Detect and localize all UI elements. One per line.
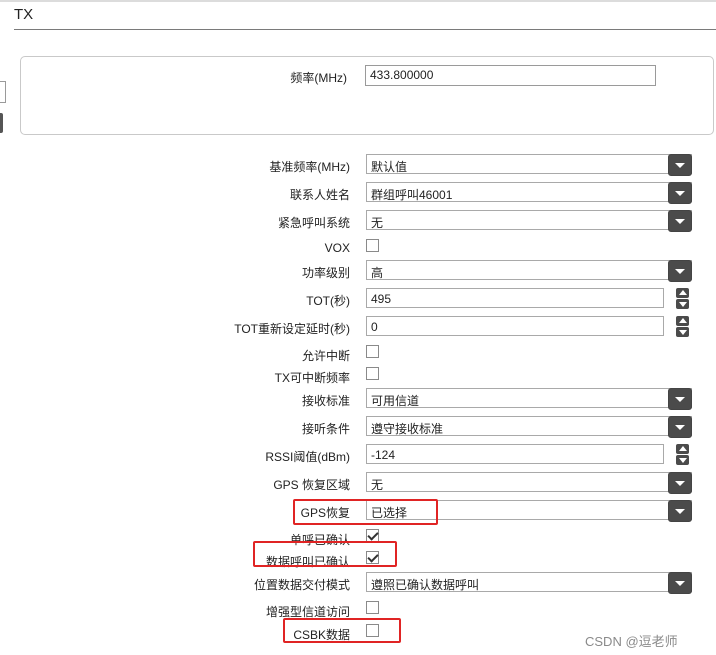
row-tx-interrupt: TX可中断频率 bbox=[0, 365, 716, 387]
rx-standard-label: 接收标准 bbox=[301, 394, 350, 408]
frequency-input[interactable]: 433.800000 bbox=[365, 65, 656, 86]
emergency-system-label: 紧急呼叫系统 bbox=[277, 216, 350, 230]
row-tot: TOT(秒) 495 bbox=[0, 288, 716, 310]
enhanced-channel-access-label: 增强型信道访问 bbox=[265, 605, 350, 619]
location-delivery-select[interactable]: 遵照已确认数据呼叫 bbox=[366, 572, 692, 594]
section-title: TX bbox=[14, 6, 34, 23]
private-call-confirmed-checkbox[interactable] bbox=[366, 529, 379, 542]
enhanced-channel-access-checkbox[interactable] bbox=[366, 601, 379, 614]
row-allow-interrupt: 允许中断 bbox=[0, 343, 716, 365]
tot-input[interactable]: 495 bbox=[366, 288, 664, 308]
row-gps-revert: GPS恢复 已选择 bbox=[0, 500, 716, 522]
location-delivery-label: 位置数据交付模式 bbox=[253, 578, 350, 592]
spin-down-icon[interactable] bbox=[676, 455, 689, 465]
csbk-data-checkbox[interactable] bbox=[366, 624, 379, 637]
power-level-value: 高 bbox=[371, 266, 384, 280]
rssi-value: -124 bbox=[371, 448, 396, 462]
tot-label: TOT(秒) bbox=[306, 294, 350, 308]
chevron-down-icon[interactable] bbox=[668, 210, 692, 232]
tot-rekey-spinner[interactable] bbox=[676, 316, 689, 337]
contact-name-select[interactable]: 群组呼叫46001 bbox=[366, 182, 692, 204]
rssi-label: RSSI阈值(dBm) bbox=[265, 450, 350, 464]
chevron-down-icon[interactable] bbox=[668, 472, 692, 494]
chevron-down-icon[interactable] bbox=[668, 572, 692, 594]
ref-frequency-select[interactable]: 默认值 bbox=[366, 154, 692, 176]
cut-off-button[interactable] bbox=[0, 113, 3, 133]
row-enhanced-channel-access: 增强型信道访问 bbox=[0, 599, 716, 621]
row-private-call-confirmed: 单呼已确认 bbox=[0, 527, 716, 549]
row-location-delivery: 位置数据交付模式 遵照已确认数据呼叫 bbox=[0, 572, 716, 594]
row-rx-standard: 接收标准 可用信道 bbox=[0, 388, 716, 410]
allow-interrupt-checkbox[interactable] bbox=[366, 345, 379, 358]
rx-standard-select[interactable]: 可用信道 bbox=[366, 388, 692, 410]
tot-rekey-input[interactable]: 0 bbox=[366, 316, 664, 336]
data-call-confirmed-checkbox[interactable] bbox=[366, 551, 379, 564]
frequency-label: 频率(MHz) bbox=[290, 71, 347, 85]
ref-frequency-value: 默认值 bbox=[371, 160, 408, 174]
rx-standard-value: 可用信道 bbox=[371, 394, 420, 408]
gps-revert-value: 已选择 bbox=[371, 506, 408, 520]
private-call-confirmed-label: 单呼已确认 bbox=[289, 533, 350, 547]
chevron-down-icon[interactable] bbox=[668, 500, 692, 522]
tot-rekey-label: TOT重新设定延时(秒) bbox=[234, 322, 350, 336]
row-ref-frequency: 基准频率(MHz) 默认值 bbox=[0, 154, 716, 176]
row-gps-revert-zone: GPS 恢复区域 无 bbox=[0, 472, 716, 494]
chevron-down-icon[interactable] bbox=[668, 182, 692, 204]
rssi-input[interactable]: -124 bbox=[366, 444, 664, 464]
gps-revert-label: GPS恢复 bbox=[300, 506, 350, 520]
top-border bbox=[0, 0, 716, 2]
gps-revert-zone-select[interactable]: 无 bbox=[366, 472, 692, 494]
listen-condition-select[interactable]: 遵守接收标准 bbox=[366, 416, 692, 438]
listen-condition-label: 接听条件 bbox=[301, 422, 350, 436]
row-tot-rekey: TOT重新设定延时(秒) 0 bbox=[0, 316, 716, 338]
chevron-down-icon[interactable] bbox=[668, 260, 692, 282]
row-vox: VOX bbox=[0, 237, 716, 259]
ref-frequency-label: 基准频率(MHz) bbox=[269, 160, 350, 174]
tot-value: 495 bbox=[371, 292, 392, 306]
chevron-down-icon[interactable] bbox=[668, 154, 692, 176]
contact-name-value: 群组呼叫46001 bbox=[371, 188, 453, 202]
emergency-system-value: 无 bbox=[371, 216, 384, 230]
gps-revert-zone-label: GPS 恢复区域 bbox=[273, 478, 350, 492]
gps-revert-select[interactable]: 已选择 bbox=[366, 500, 692, 522]
frequency-panel: 频率(MHz) 433.800000 bbox=[20, 56, 714, 135]
section-divider bbox=[14, 29, 716, 30]
row-data-call-confirmed: 数据呼叫已确认 bbox=[0, 549, 716, 571]
contact-name-label: 联系人姓名 bbox=[289, 188, 350, 202]
row-listen-condition: 接听条件 遵守接收标准 bbox=[0, 416, 716, 438]
cut-off-input[interactable] bbox=[0, 81, 6, 103]
tot-rekey-value: 0 bbox=[371, 320, 378, 334]
vox-label: VOX bbox=[324, 241, 350, 255]
emergency-system-select[interactable]: 无 bbox=[366, 210, 692, 232]
rssi-spinner[interactable] bbox=[676, 444, 689, 465]
location-delivery-value: 遵照已确认数据呼叫 bbox=[371, 578, 480, 592]
watermark: CSDN @逗老师 bbox=[585, 634, 678, 649]
vox-checkbox[interactable] bbox=[366, 239, 379, 252]
row-power-level: 功率级别 高 bbox=[0, 260, 716, 282]
listen-condition-value: 遵守接收标准 bbox=[371, 422, 444, 436]
power-level-select[interactable]: 高 bbox=[366, 260, 692, 282]
row-rssi: RSSI阈值(dBm) -124 bbox=[0, 444, 716, 466]
row-contact-name: 联系人姓名 群组呼叫46001 bbox=[0, 182, 716, 204]
data-call-confirmed-label: 数据呼叫已确认 bbox=[265, 555, 350, 569]
spin-up-icon[interactable] bbox=[676, 288, 689, 298]
chevron-down-icon[interactable] bbox=[668, 388, 692, 410]
tx-interrupt-checkbox[interactable] bbox=[366, 367, 379, 380]
power-level-label: 功率级别 bbox=[301, 266, 350, 280]
spin-down-icon[interactable] bbox=[676, 327, 689, 337]
row-emergency-system: 紧急呼叫系统 无 bbox=[0, 210, 716, 232]
tot-spinner[interactable] bbox=[676, 288, 689, 309]
tx-interrupt-label: TX可中断频率 bbox=[274, 371, 350, 385]
spin-up-icon[interactable] bbox=[676, 316, 689, 326]
spin-up-icon[interactable] bbox=[676, 444, 689, 454]
gps-revert-zone-value: 无 bbox=[371, 478, 384, 492]
spin-down-icon[interactable] bbox=[676, 299, 689, 309]
chevron-down-icon[interactable] bbox=[668, 416, 692, 438]
allow-interrupt-label: 允许中断 bbox=[301, 349, 350, 363]
csbk-data-label: CSBK数据 bbox=[293, 628, 350, 642]
